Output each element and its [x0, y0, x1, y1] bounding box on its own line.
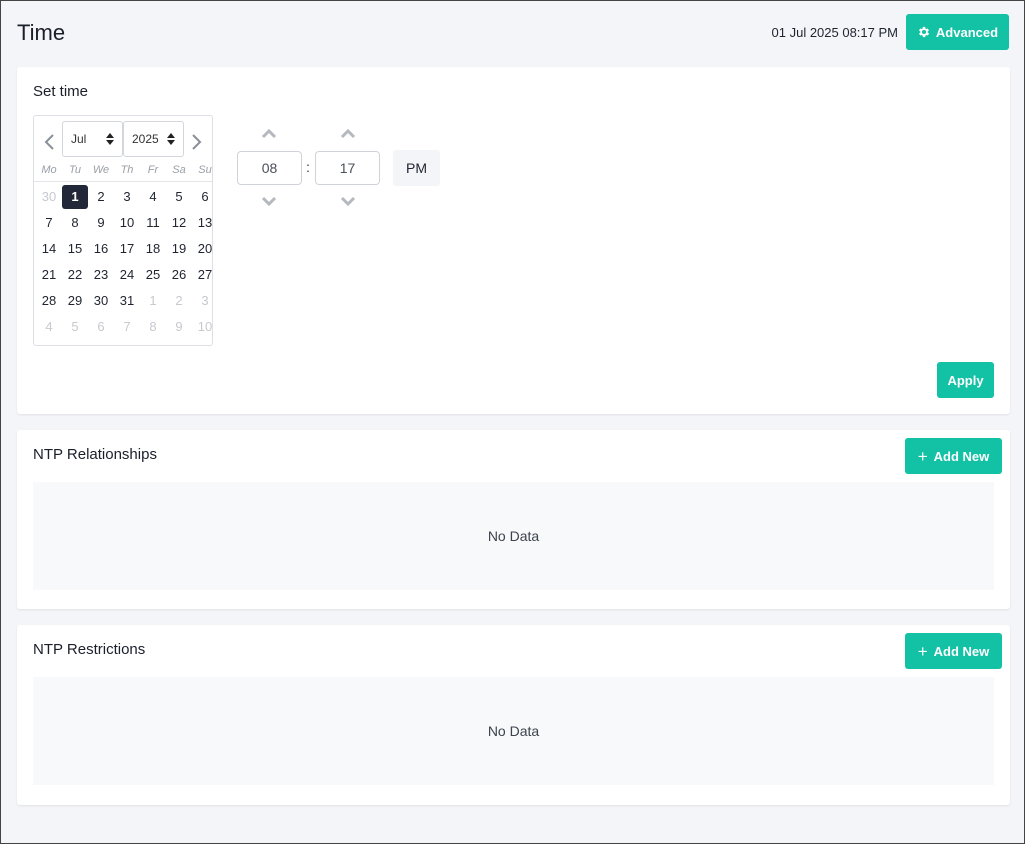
- plus-icon: +: [917, 641, 928, 661]
- calendar-day[interactable]: 6: [88, 315, 114, 339]
- calendar-day[interactable]: 7: [36, 211, 62, 235]
- weekday-header: Mo Tu We Th Fr Sa Su: [34, 164, 212, 182]
- chevron-left-icon[interactable]: [42, 133, 56, 151]
- calendar-day[interactable]: 30: [88, 289, 114, 313]
- calendar-day[interactable]: 13: [192, 211, 218, 235]
- calendar-day[interactable]: 21: [36, 263, 62, 287]
- weekday-label: Tu: [68, 164, 82, 176]
- calendar-day[interactable]: 27: [192, 263, 218, 287]
- advanced-button-label: Advanced: [935, 24, 999, 40]
- weekday-label: Mo: [41, 164, 57, 176]
- ntp-restrictions-card: NTP Restrictions + Add New No Data: [17, 625, 1010, 805]
- calendar-day[interactable]: 30: [36, 185, 62, 209]
- calendar-day[interactable]: 5: [166, 185, 192, 209]
- calendar-day[interactable]: 17: [114, 237, 140, 261]
- sort-arrows-icon: [167, 133, 175, 145]
- weekday-label: Fr: [147, 164, 159, 176]
- plus-icon: +: [917, 446, 928, 466]
- calendar-day[interactable]: 15: [62, 237, 88, 261]
- add-restriction-button[interactable]: + Add New: [905, 633, 1002, 669]
- chevron-right-icon[interactable]: [190, 133, 204, 151]
- calendar-day[interactable]: 4: [36, 315, 62, 339]
- calendar-day[interactable]: 12: [166, 211, 192, 235]
- calendar-day[interactable]: 9: [166, 315, 192, 339]
- calendar-day[interactable]: 11: [140, 211, 166, 235]
- ntp-relationships-title: NTP Relationships: [33, 446, 157, 463]
- weekday-label: Th: [120, 164, 134, 176]
- calendar-day[interactable]: 5: [62, 315, 88, 339]
- apply-button[interactable]: Apply: [937, 362, 994, 398]
- calendar-day-selected[interactable]: 1: [62, 185, 88, 209]
- ntp-relationships-card: NTP Relationships + Add New No Data: [17, 430, 1010, 609]
- page-header: Time 01 Jul 2025 08:17 PM Advanced: [1, 1, 1024, 65]
- set-time-card: Set time Jul 2025 Mo Tu We Th Fr Sa Su 30 1 2 3 4 5…: [17, 67, 1010, 414]
- hour-increment-icon[interactable]: [261, 129, 277, 139]
- calendar-day[interactable]: 16: [88, 237, 114, 261]
- calendar-day[interactable]: 18: [140, 237, 166, 261]
- minute-increment-icon[interactable]: [340, 129, 356, 139]
- calendar-day[interactable]: 20: [192, 237, 218, 261]
- calendar-day[interactable]: 29: [62, 289, 88, 313]
- relationships-empty-state: No Data: [33, 482, 994, 590]
- calendar-day[interactable]: 2: [166, 289, 192, 313]
- calendar-day[interactable]: 22: [62, 263, 88, 287]
- calendar-day[interactable]: 26: [166, 263, 192, 287]
- year-select[interactable]: 2025: [123, 121, 184, 157]
- year-select-value: 2025: [132, 132, 159, 146]
- restrictions-empty-state: No Data: [33, 677, 994, 785]
- calendar-day[interactable]: 8: [140, 315, 166, 339]
- month-select-value: Jul: [71, 132, 87, 146]
- calendar-day[interactable]: 25: [140, 263, 166, 287]
- calendar-day[interactable]: 2: [88, 185, 114, 209]
- hour-decrement-icon[interactable]: [261, 196, 277, 206]
- calendar-day[interactable]: 4: [140, 185, 166, 209]
- date-picker-calendar: Jul 2025 Mo Tu We Th Fr Sa Su 30 1 2 3 4 5 6 7 8 9 10 11 1…: [33, 115, 213, 346]
- no-data-text: No Data: [487, 723, 540, 739]
- add-relationship-button[interactable]: + Add New: [905, 438, 1002, 474]
- calendar-day[interactable]: 14: [36, 237, 62, 261]
- calendar-day[interactable]: 9: [88, 211, 114, 235]
- calendar-day[interactable]: 6: [192, 185, 218, 209]
- gear-icon: [918, 26, 929, 38]
- set-time-title: Set time: [33, 83, 89, 100]
- weekday-label: Sa: [172, 164, 186, 176]
- minute-decrement-icon[interactable]: [340, 196, 356, 206]
- ntp-restrictions-title: NTP Restrictions: [33, 641, 146, 658]
- calendar-day[interactable]: 28: [36, 289, 62, 313]
- weekday-label: Su: [198, 164, 212, 176]
- add-restriction-label: Add New: [933, 643, 990, 659]
- month-select[interactable]: Jul: [62, 121, 123, 157]
- current-datetime: 01 Jul 2025 08:17 PM: [771, 25, 898, 40]
- calendar-day[interactable]: 8: [62, 211, 88, 235]
- sort-arrows-icon: [106, 133, 114, 145]
- add-relationship-label: Add New: [933, 448, 990, 464]
- no-data-text: No Data: [487, 528, 540, 544]
- meridiem-toggle[interactable]: PM: [393, 150, 440, 186]
- minute-input[interactable]: 17: [315, 151, 380, 185]
- advanced-button[interactable]: Advanced: [906, 14, 1009, 50]
- time-separator: :: [306, 159, 310, 175]
- weekday-label: We: [92, 164, 110, 176]
- calendar-day[interactable]: 23: [88, 263, 114, 287]
- page-title: Time: [17, 20, 66, 45]
- calendar-day[interactable]: 19: [166, 237, 192, 261]
- calendar-day[interactable]: 24: [114, 263, 140, 287]
- calendar-day[interactable]: 31: [114, 289, 140, 313]
- calendar-day[interactable]: 3: [114, 185, 140, 209]
- calendar-day[interactable]: 10: [192, 315, 218, 339]
- calendar-day[interactable]: 10: [114, 211, 140, 235]
- hour-input[interactable]: 08: [237, 151, 302, 185]
- calendar-day[interactable]: 1: [140, 289, 166, 313]
- calendar-day[interactable]: 3: [192, 289, 218, 313]
- calendar-day[interactable]: 7: [114, 315, 140, 339]
